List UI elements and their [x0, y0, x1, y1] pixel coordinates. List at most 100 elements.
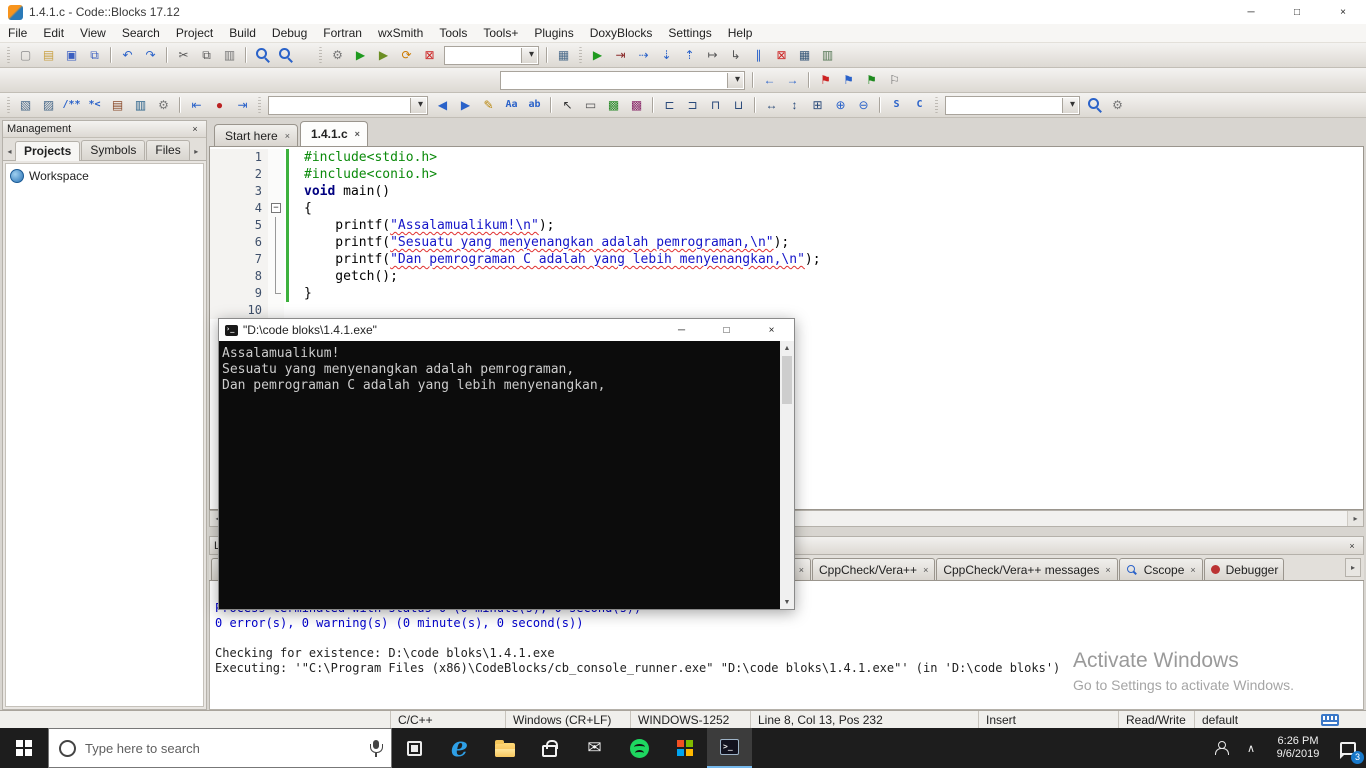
zoom-in-button[interactable]: ⊕ — [830, 95, 851, 115]
task-view-button[interactable] — [392, 728, 437, 768]
tab-files[interactable]: Files — [146, 140, 189, 160]
menu-doxyblocks[interactable]: DoxyBlocks — [582, 24, 661, 42]
letter-c-button[interactable]: C — [909, 95, 930, 115]
distribute-vertical-button[interactable]: ↕ — [784, 95, 805, 115]
highlight-matches-button[interactable]: ✎ — [478, 95, 499, 115]
align-top-button[interactable]: ⊓ — [705, 95, 726, 115]
menu-wxsmith[interactable]: wxSmith — [370, 24, 431, 42]
menu-edit[interactable]: Edit — [35, 24, 72, 42]
maximize-button[interactable]: □ — [1274, 0, 1320, 24]
match-word-button[interactable]: ab — [524, 95, 545, 115]
start-button[interactable] — [0, 728, 48, 768]
close-icon[interactable]: × — [923, 565, 928, 575]
close-button[interactable]: × — [749, 319, 794, 341]
taskbar-clock[interactable]: 6:26 PM 9/6/2019 — [1266, 735, 1330, 761]
mail-taskbar-button[interactable]: ✉ — [572, 728, 617, 768]
save-button[interactable]: ▣ — [61, 45, 82, 65]
store-taskbar-button[interactable] — [527, 728, 572, 768]
step-into-instruction-button[interactable]: ↳ — [725, 45, 746, 65]
build-button[interactable]: ⚙ — [327, 45, 348, 65]
close-icon[interactable]: × — [188, 124, 202, 134]
doxyblocks-extract-button[interactable]: ▧ — [15, 95, 36, 115]
tab-start-here[interactable]: Start here × — [214, 124, 298, 146]
scroll-down-arrow[interactable]: ▼ — [780, 595, 794, 609]
microphone-icon[interactable] — [370, 740, 381, 757]
search-options-button[interactable]: ⚙ — [1107, 95, 1128, 115]
insert-block-comment-button[interactable]: /** — [61, 95, 82, 115]
scrollbar-thumb[interactable] — [782, 356, 792, 404]
close-icon[interactable]: × — [1190, 565, 1195, 575]
break-debugger-button[interactable]: ∥ — [748, 45, 769, 65]
pointer-tool-button[interactable]: ↖ — [557, 95, 578, 115]
tab-cscope[interactable]: Cscope × — [1119, 558, 1203, 580]
workspace-tree-item[interactable]: Workspace — [6, 164, 203, 188]
rebuild-button[interactable]: ⟳ — [396, 45, 417, 65]
people-button[interactable] — [1206, 728, 1236, 768]
tab-cppcheck[interactable]: CppCheck/Vera++ × — [812, 558, 935, 580]
menu-tools-plus[interactable]: Tools+ — [475, 24, 526, 42]
next-line-button[interactable]: ⇢ — [633, 45, 654, 65]
scroll-up-arrow[interactable]: ▲ — [780, 341, 794, 355]
build-target-combo[interactable] — [444, 46, 539, 65]
tab-141c[interactable]: 1.4.1.c × — [300, 121, 368, 146]
tab-scroll-right-button[interactable]: ▸ — [1345, 558, 1361, 577]
edge-taskbar-button[interactable]: e — [437, 728, 482, 768]
keyboard-icon[interactable] — [1321, 714, 1339, 726]
grid-button[interactable]: ⊞ — [807, 95, 828, 115]
build-and-run-button[interactable]: ▶ — [373, 45, 394, 65]
align-bottom-button[interactable]: ⊔ — [728, 95, 749, 115]
toggle-bookmark-button[interactable]: ⚑ — [815, 70, 836, 90]
console-scrollbar[interactable]: ▲ ▼ — [780, 341, 794, 609]
console-app-taskbar-button[interactable] — [707, 728, 752, 768]
run-to-cursor-button[interactable]: ⇥ — [610, 45, 631, 65]
stop-debugger-button[interactable]: ⊠ — [771, 45, 792, 65]
replace-button[interactable] — [275, 45, 296, 65]
jump-forward-button[interactable]: → — [782, 70, 803, 90]
next-bookmark-button[interactable]: ⚑ — [861, 70, 882, 90]
insert-line-comment-button[interactable]: *< — [84, 95, 105, 115]
browse-back-button[interactable]: ⇤ — [186, 95, 207, 115]
thread-search-combo[interactable] — [945, 96, 1080, 115]
close-button[interactable]: × — [1320, 0, 1366, 24]
step-into-button[interactable]: ⇣ — [656, 45, 677, 65]
new-file-button[interactable]: ▢ — [15, 45, 36, 65]
run-button[interactable]: ▶ — [350, 45, 371, 65]
search-next-button[interactable]: ▶ — [455, 95, 476, 115]
find-button[interactable] — [252, 45, 273, 65]
match-case-button[interactable]: Aa — [501, 95, 522, 115]
spotify-taskbar-button[interactable] — [617, 728, 662, 768]
taskbar-search-box[interactable]: Type here to search — [48, 728, 392, 768]
undo-button[interactable]: ↶ — [117, 45, 138, 65]
search-prev-button[interactable]: ◀ — [432, 95, 453, 115]
abort-build-button[interactable]: ⊠ — [419, 45, 440, 65]
menu-search[interactable]: Search — [114, 24, 168, 42]
close-icon[interactable]: × — [1105, 565, 1110, 575]
minimize-button[interactable]: ─ — [1228, 0, 1274, 24]
menu-project[interactable]: Project — [168, 24, 221, 42]
image-tool-button[interactable]: ▩ — [603, 95, 624, 115]
close-icon[interactable]: × — [355, 129, 360, 139]
zoom-out-button[interactable]: ⊖ — [853, 95, 874, 115]
menu-debug[interactable]: Debug — [264, 24, 315, 42]
debugging-windows-button[interactable]: ▦ — [794, 45, 815, 65]
step-out-button[interactable]: ⇡ — [679, 45, 700, 65]
scroll-right-arrow[interactable]: ▸ — [1347, 511, 1363, 526]
colorful-app-taskbar-button[interactable] — [662, 728, 707, 768]
menu-view[interactable]: View — [72, 24, 114, 42]
menu-settings[interactable]: Settings — [660, 24, 719, 42]
browse-forward-button[interactable]: ⇥ — [232, 95, 253, 115]
window-grid-button[interactable]: ▦ — [553, 45, 574, 65]
jump-back-button[interactable]: ← — [759, 70, 780, 90]
copy-button[interactable]: ⧉ — [196, 45, 217, 65]
next-instruction-button[interactable]: ↦ — [702, 45, 723, 65]
code-completion-symbol-combo[interactable] — [500, 71, 745, 90]
menu-fortran[interactable]: Fortran — [315, 24, 370, 42]
redo-button[interactable]: ↷ — [140, 45, 161, 65]
save-all-button[interactable]: ⧉ — [84, 45, 105, 65]
align-right-button[interactable]: ⊐ — [682, 95, 703, 115]
paste-button[interactable]: ▥ — [219, 45, 240, 65]
close-icon[interactable]: × — [285, 131, 290, 141]
fold-collapse-icon[interactable]: − — [271, 203, 281, 213]
maximize-button[interactable]: □ — [704, 319, 749, 341]
previous-bookmark-button[interactable]: ⚑ — [838, 70, 859, 90]
